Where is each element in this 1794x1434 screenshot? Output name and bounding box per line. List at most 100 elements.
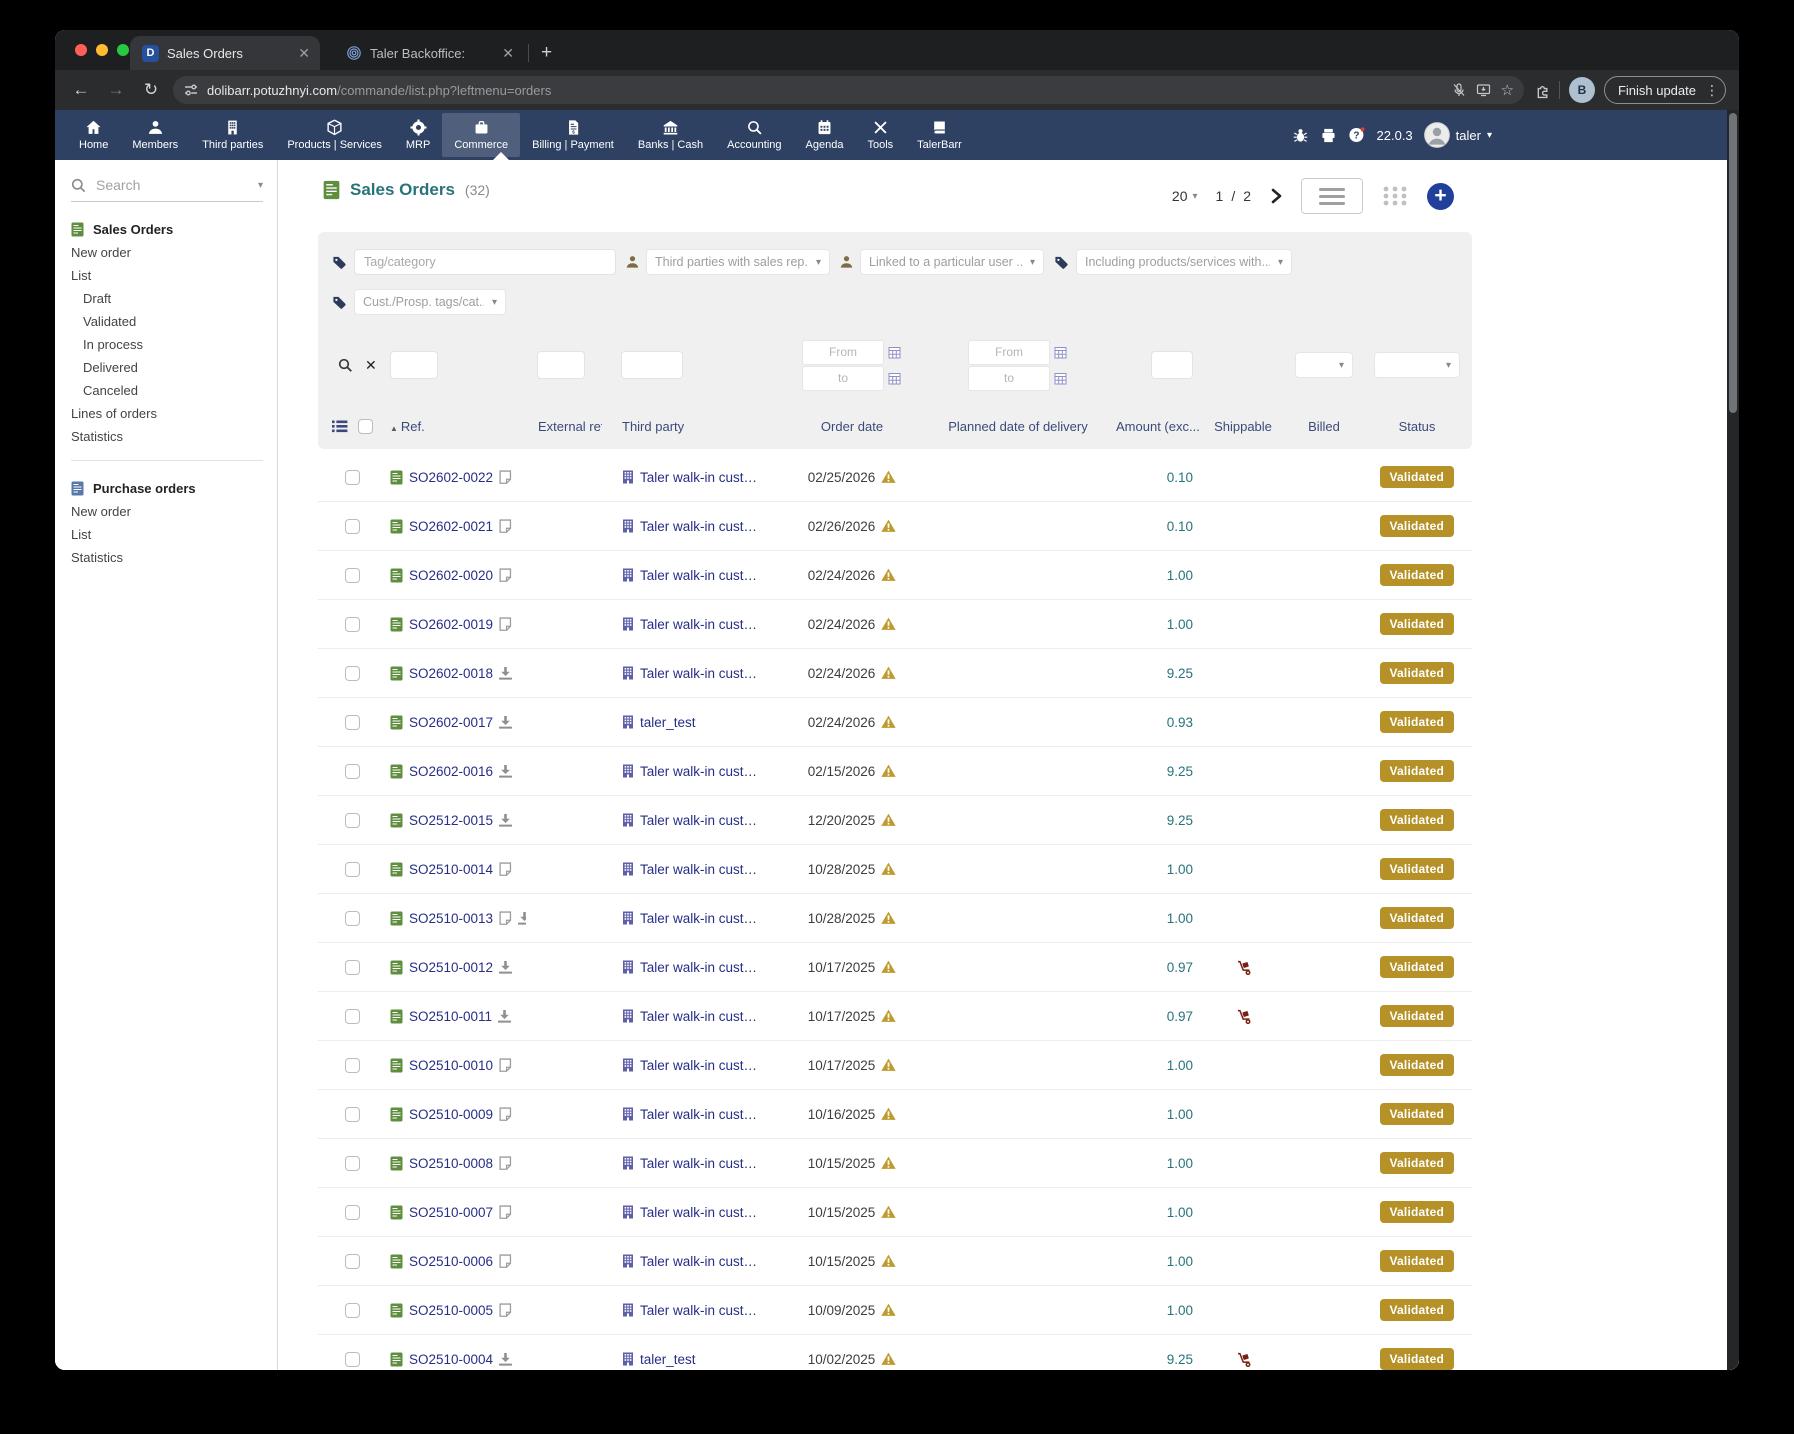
delivery-date-to-input[interactable]	[969, 367, 1049, 390]
search-ref-input[interactable]	[391, 352, 437, 378]
order-ref-link[interactable]: SO2602-0020	[409, 568, 493, 583]
calendar-icon[interactable]	[1054, 346, 1067, 359]
column-header-ref[interactable]: ▲Ref.	[378, 419, 526, 434]
third-party-link[interactable]: taler_test	[640, 1352, 696, 1367]
row-checkbox[interactable]	[345, 911, 360, 926]
order-ref-link[interactable]: SO2510-0006	[409, 1254, 493, 1269]
row-checkbox[interactable]	[345, 715, 360, 730]
note-icon[interactable]	[499, 911, 512, 925]
forward-button[interactable]: →	[103, 80, 129, 100]
sidebar-section-sales-orders[interactable]: Sales Orders	[71, 222, 263, 237]
note-icon[interactable]	[499, 568, 512, 582]
note-icon[interactable]	[499, 1058, 512, 1072]
download-icon[interactable]	[499, 961, 512, 974]
calendar-icon[interactable]	[888, 346, 901, 359]
note-icon[interactable]	[499, 1107, 512, 1121]
row-checkbox[interactable]	[345, 617, 360, 632]
search-dropdown-caret-icon[interactable]: ▾	[258, 180, 263, 191]
top-menu-home[interactable]: Home	[67, 113, 120, 157]
order-ref-link[interactable]: SO2510-0009	[409, 1107, 493, 1122]
sidebar-section-purchase-orders[interactable]: Purchase orders	[71, 481, 263, 496]
row-checkbox[interactable]	[345, 1107, 360, 1122]
search-third-party-input[interactable]	[622, 352, 682, 378]
column-header-order-date[interactable]: Order date	[772, 419, 932, 434]
third-party-link[interactable]: Taler walk-in cust…	[640, 617, 757, 632]
order-ref-link[interactable]: SO2602-0018	[409, 666, 493, 681]
products-dropdown[interactable]: Including products/services with... ▾	[1076, 249, 1292, 275]
row-checkbox[interactable]	[345, 1303, 360, 1318]
order-ref-link[interactable]: SO2602-0016	[409, 764, 493, 779]
delivery-date-from-input[interactable]	[969, 341, 1049, 364]
order-ref-link[interactable]: SO2510-0013	[409, 911, 493, 926]
third-party-link[interactable]: Taler walk-in cust…	[640, 813, 757, 828]
third-party-link[interactable]: Taler walk-in cust…	[640, 519, 757, 534]
top-menu-agenda[interactable]: Agenda	[794, 113, 856, 157]
linked-user-dropdown[interactable]: Linked to a particular user ... ▾	[860, 249, 1044, 275]
maximize-window-button[interactable]	[117, 44, 129, 56]
sidebar-item-list[interactable]: List	[71, 264, 263, 287]
install-app-icon[interactable]	[1475, 82, 1492, 98]
top-menu-banks-cash[interactable]: Banks | Cash	[626, 113, 715, 157]
sidebar-item-lines-of-orders[interactable]: Lines of orders	[71, 402, 263, 425]
bookmark-star-icon[interactable]: ☆	[1500, 81, 1513, 99]
note-icon[interactable]	[499, 1156, 512, 1170]
browser-profile-avatar[interactable]: B	[1569, 77, 1595, 103]
tab-close-icon[interactable]: ✕	[298, 45, 310, 62]
sidebar-search[interactable]: ▾	[71, 176, 263, 202]
download-icon[interactable]	[518, 912, 526, 925]
sidebar-search-input[interactable]	[94, 176, 250, 194]
third-party-link[interactable]: Taler walk-in cust…	[640, 1303, 757, 1318]
page-scrollbar[interactable]	[1727, 110, 1739, 1370]
page-size-select[interactable]: 20 ▾	[1172, 188, 1198, 204]
order-ref-link[interactable]: SO2510-0012	[409, 960, 493, 975]
top-menu-accounting[interactable]: Accounting	[715, 113, 793, 157]
top-menu-third-parties[interactable]: Third parties	[190, 113, 275, 157]
new-tab-button[interactable]: +	[533, 42, 560, 64]
order-ref-link[interactable]: SO2510-0014	[409, 862, 493, 877]
sidebar-item-statistics[interactable]: Statistics	[71, 425, 263, 448]
column-header-status[interactable]: Status	[1362, 419, 1472, 434]
row-checkbox[interactable]	[345, 1205, 360, 1220]
sidebar-item-new-order[interactable]: New order	[71, 500, 263, 523]
column-header-amount[interactable]: Amount (exc...	[1104, 419, 1200, 434]
sidebar-item-statistics[interactable]: Statistics	[71, 546, 263, 569]
download-icon[interactable]	[499, 1353, 512, 1366]
reload-button[interactable]: ↻	[138, 80, 164, 100]
note-icon[interactable]	[499, 617, 512, 631]
search-billed-dropdown[interactable]: ▾	[1295, 352, 1353, 378]
macos-window-controls[interactable]	[75, 44, 129, 56]
third-party-link[interactable]: taler_test	[640, 715, 696, 730]
tab-taler-backoffice[interactable]: Taler Backoffice: ✕	[334, 36, 524, 70]
third-party-link[interactable]: Taler walk-in cust…	[640, 1205, 757, 1220]
order-ref-link[interactable]: SO2510-0007	[409, 1205, 493, 1220]
debug-bug-icon[interactable]	[1292, 127, 1309, 144]
row-checkbox[interactable]	[345, 813, 360, 828]
calendar-icon[interactable]	[1054, 372, 1067, 385]
top-menu-commerce[interactable]: Commerce	[442, 113, 520, 157]
order-ref-link[interactable]: SO2510-0004	[409, 1352, 493, 1367]
row-checkbox[interactable]	[345, 666, 360, 681]
extensions-puzzle-icon[interactable]	[1533, 82, 1550, 99]
third-party-link[interactable]: Taler walk-in cust…	[640, 862, 757, 877]
third-party-link[interactable]: Taler walk-in cust…	[640, 568, 757, 583]
sidebar-item-draft[interactable]: Draft	[71, 287, 263, 310]
url-bar[interactable]: dolibarr.potuzhnyi.com/commande/list.php…	[173, 76, 1524, 104]
run-search-icon[interactable]	[338, 358, 353, 373]
sidebar-item-in-process[interactable]: In process	[71, 333, 263, 356]
url-text[interactable]: dolibarr.potuzhnyi.com/commande/list.php…	[207, 83, 1443, 98]
search-amount-input[interactable]	[1152, 352, 1192, 378]
order-ref-link[interactable]: SO2510-0011	[409, 1009, 492, 1024]
third-party-link[interactable]: Taler walk-in cust…	[640, 960, 757, 975]
user-menu[interactable]: taler ▾	[1424, 122, 1492, 148]
row-checkbox[interactable]	[345, 862, 360, 877]
row-checkbox[interactable]	[345, 568, 360, 583]
select-columns-icon[interactable]	[332, 420, 348, 433]
download-icon[interactable]	[498, 1010, 511, 1023]
back-button[interactable]: ←	[68, 80, 94, 100]
row-checkbox[interactable]	[345, 470, 360, 485]
third-party-link[interactable]: Taler walk-in cust…	[640, 764, 757, 779]
top-menu-mrp[interactable]: MRP	[394, 113, 442, 157]
order-ref-link[interactable]: SO2512-0015	[409, 813, 493, 828]
note-icon[interactable]	[499, 1254, 512, 1268]
close-window-button[interactable]	[75, 44, 87, 56]
